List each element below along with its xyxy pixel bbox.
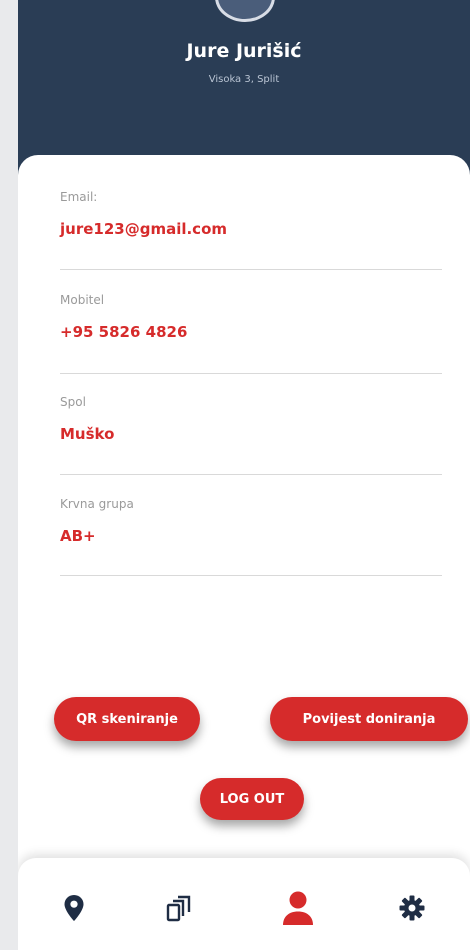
map-pin-icon[interactable] [54, 888, 94, 928]
bottom-nav [18, 858, 470, 950]
divider [60, 373, 442, 374]
gender-field: Spol Muško [60, 395, 442, 443]
divider [60, 474, 442, 475]
blood-group-field: Krvna grupa AB+ [60, 497, 442, 545]
email-value: jure123@gmail.com [60, 220, 227, 238]
email-field: Email: jure123@gmail.com [60, 190, 442, 238]
divider [60, 269, 442, 270]
donation-history-button[interactable]: Povijest doniranja [270, 697, 468, 741]
mobile-field: Mobitel +95 5826 4826 [60, 293, 442, 341]
profile-name: Jure Jurišić [186, 40, 302, 62]
email-label: Email: [60, 190, 98, 204]
mobile-label: Mobitel [60, 293, 105, 307]
divider [60, 575, 442, 576]
profile-header: Jure Jurišić Visoka 3, Split [18, 0, 470, 175]
gender-label: Spol [60, 395, 86, 409]
blood-group-label: Krvna grupa [60, 497, 134, 511]
profile-details-card: Email: jure123@gmail.com Mobitel +95 582… [18, 155, 470, 855]
gender-value: Muško [60, 425, 115, 443]
mobile-value: +95 5826 4826 [60, 323, 188, 341]
logout-button[interactable]: LOG OUT [200, 778, 304, 820]
avatar [215, 0, 275, 22]
blood-group-value: AB+ [60, 527, 96, 545]
cards-icon[interactable] [159, 888, 199, 928]
profile-address: Visoka 3, Split [208, 74, 280, 85]
qr-scan-button[interactable]: QR skeniranje [54, 697, 200, 741]
app-screen: Jure Jurišić Visoka 3, Split Email: jure… [18, 0, 470, 950]
user-icon[interactable] [278, 888, 318, 928]
gear-icon[interactable] [392, 888, 432, 928]
